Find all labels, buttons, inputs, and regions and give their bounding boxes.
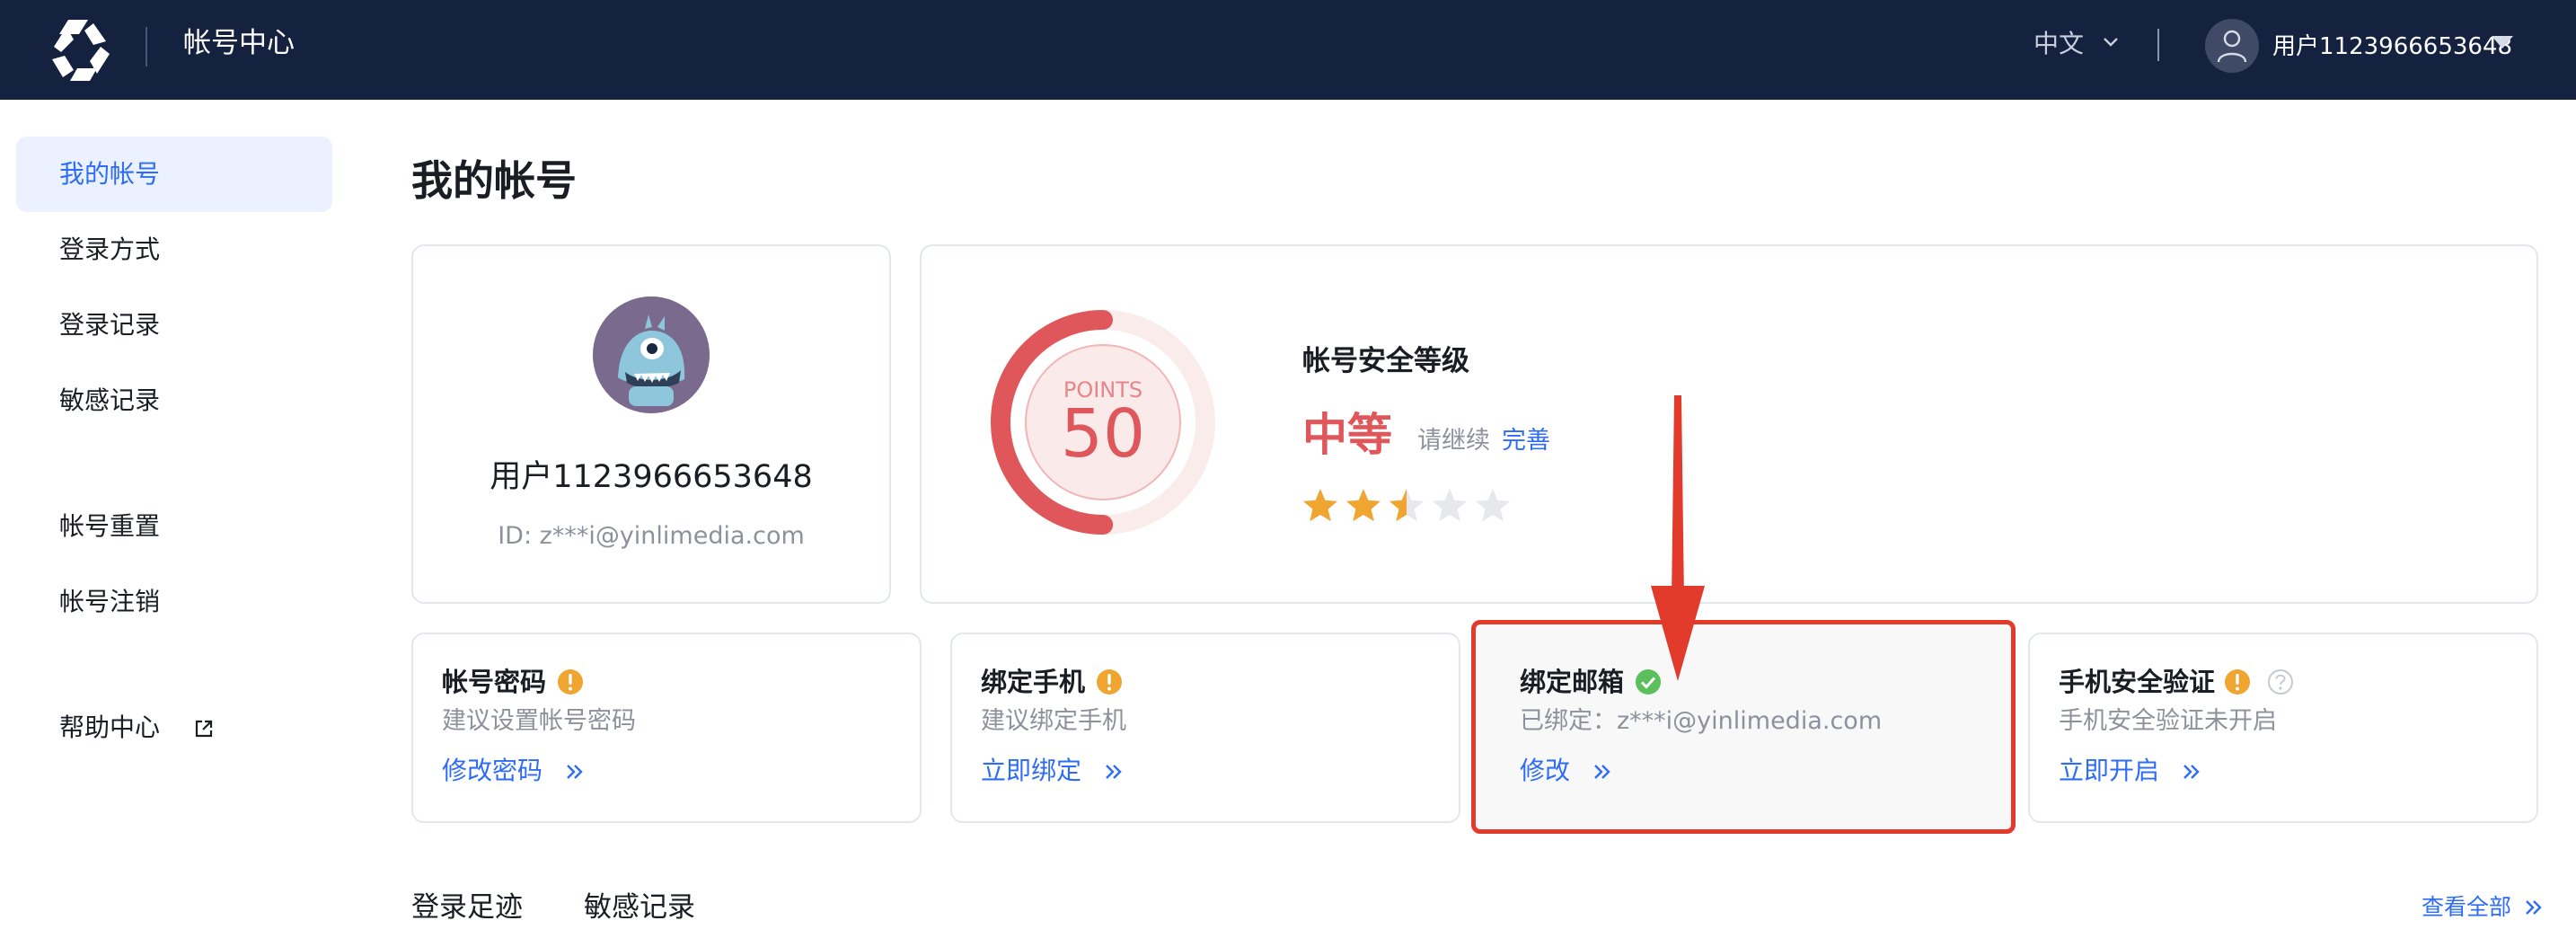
change-email-link[interactable]: 修改 bbox=[1520, 753, 1612, 789]
tab-sensitive-records[interactable]: 敏感记录 bbox=[584, 888, 695, 927]
double-chevron-right-icon bbox=[1106, 765, 1122, 779]
star-icon-filled bbox=[1345, 489, 1381, 522]
security-score-gauge: POINTS 50 bbox=[991, 310, 1215, 535]
double-chevron-right-icon bbox=[2183, 765, 2200, 779]
profile-name: 用户1123966653648 bbox=[490, 459, 813, 495]
points-value: 50 bbox=[1061, 395, 1145, 473]
warning-icon bbox=[2225, 669, 2250, 695]
double-chevron-right-icon bbox=[567, 765, 583, 779]
phone-desc: 建议绑定手机 bbox=[981, 707, 1126, 735]
email-desc: 已绑定：z***i@yinlimedia.com bbox=[1520, 707, 1883, 735]
double-chevron-right-icon bbox=[2526, 900, 2542, 915]
user-icon bbox=[2217, 30, 2247, 63]
enable-verification-link[interactable]: 立即开启 bbox=[2059, 753, 2201, 789]
view-all-label: 查看全部 bbox=[2422, 894, 2512, 920]
star-rating bbox=[1302, 489, 1511, 522]
sidebar-item-account-reset[interactable]: 帐号重置 bbox=[16, 489, 332, 564]
warning-icon bbox=[1097, 669, 1122, 695]
change-email-label: 修改 bbox=[1520, 756, 1571, 785]
star-icon-filled bbox=[1302, 489, 1338, 522]
bind-phone-link[interactable]: 立即绑定 bbox=[981, 753, 1124, 789]
star-icon bbox=[1475, 489, 1511, 522]
logo-icon[interactable] bbox=[50, 14, 113, 86]
sidebar-item-help-center[interactable]: 帮助中心 bbox=[16, 690, 332, 766]
sidebar-item-login-methods[interactable]: 登录方式 bbox=[16, 212, 332, 288]
security-level-title: 帐号安全等级 bbox=[1302, 345, 1469, 377]
phone-verification-title: 手机安全验证 bbox=[2059, 667, 2216, 697]
top-bar: 帐号中心 中文 用户1123966653648 bbox=[0, 0, 2576, 100]
password-title: 帐号密码 bbox=[442, 667, 547, 697]
bind-phone-label: 立即绑定 bbox=[981, 756, 1082, 785]
sidebar-item-account-cancel[interactable]: 帐号注销 bbox=[16, 564, 332, 640]
star-icon bbox=[1432, 489, 1468, 522]
language-selector[interactable]: 中文 bbox=[2033, 25, 2084, 63]
warning-icon bbox=[558, 669, 583, 695]
sidebar-item-my-account[interactable]: 我的帐号 bbox=[16, 137, 332, 212]
password-desc: 建议设置帐号密码 bbox=[442, 707, 636, 735]
improve-link[interactable]: 完善 bbox=[1502, 424, 1550, 458]
chevron-down-icon[interactable] bbox=[2102, 36, 2120, 49]
change-password-link[interactable]: 修改密码 bbox=[442, 753, 585, 789]
phone-title: 绑定手机 bbox=[981, 667, 1086, 697]
tab-login-footprint[interactable]: 登录足迹 bbox=[411, 888, 523, 927]
external-link-icon bbox=[195, 720, 213, 738]
phone-verification-desc: 手机安全验证未开启 bbox=[2059, 707, 2277, 735]
sidebar-item-label: 帮助中心 bbox=[59, 712, 161, 742]
header-divider-right bbox=[2157, 29, 2159, 61]
annotation-arrow-icon bbox=[1651, 395, 1705, 681]
email-title: 绑定邮箱 bbox=[1520, 667, 1625, 697]
double-chevron-right-icon bbox=[1594, 765, 1610, 779]
monster-avatar-icon bbox=[593, 296, 710, 413]
enable-verification-label: 立即开启 bbox=[2059, 756, 2160, 785]
avatar[interactable] bbox=[593, 296, 710, 413]
header-divider bbox=[146, 27, 147, 66]
security-hint: 请继续 bbox=[1417, 427, 1490, 455]
caret-down-icon[interactable] bbox=[2490, 34, 2515, 50]
page-title: 我的帐号 bbox=[411, 156, 577, 205]
change-password-label: 修改密码 bbox=[442, 756, 543, 785]
view-all-link[interactable]: 查看全部 bbox=[2422, 891, 2544, 924]
app-title: 帐号中心 bbox=[183, 27, 295, 59]
security-level-value: 中等 bbox=[1302, 409, 1392, 461]
user-avatar[interactable] bbox=[2205, 19, 2259, 73]
profile-id: ID: z***i@yinlimedia.com bbox=[498, 522, 805, 550]
help-circle-icon[interactable] bbox=[2267, 668, 2294, 695]
user-name[interactable]: 用户1123966653648 bbox=[2272, 30, 2512, 64]
sidebar-item-sensitive-records[interactable]: 敏感记录 bbox=[16, 363, 332, 438]
sidebar-item-login-records[interactable]: 登录记录 bbox=[16, 288, 332, 363]
